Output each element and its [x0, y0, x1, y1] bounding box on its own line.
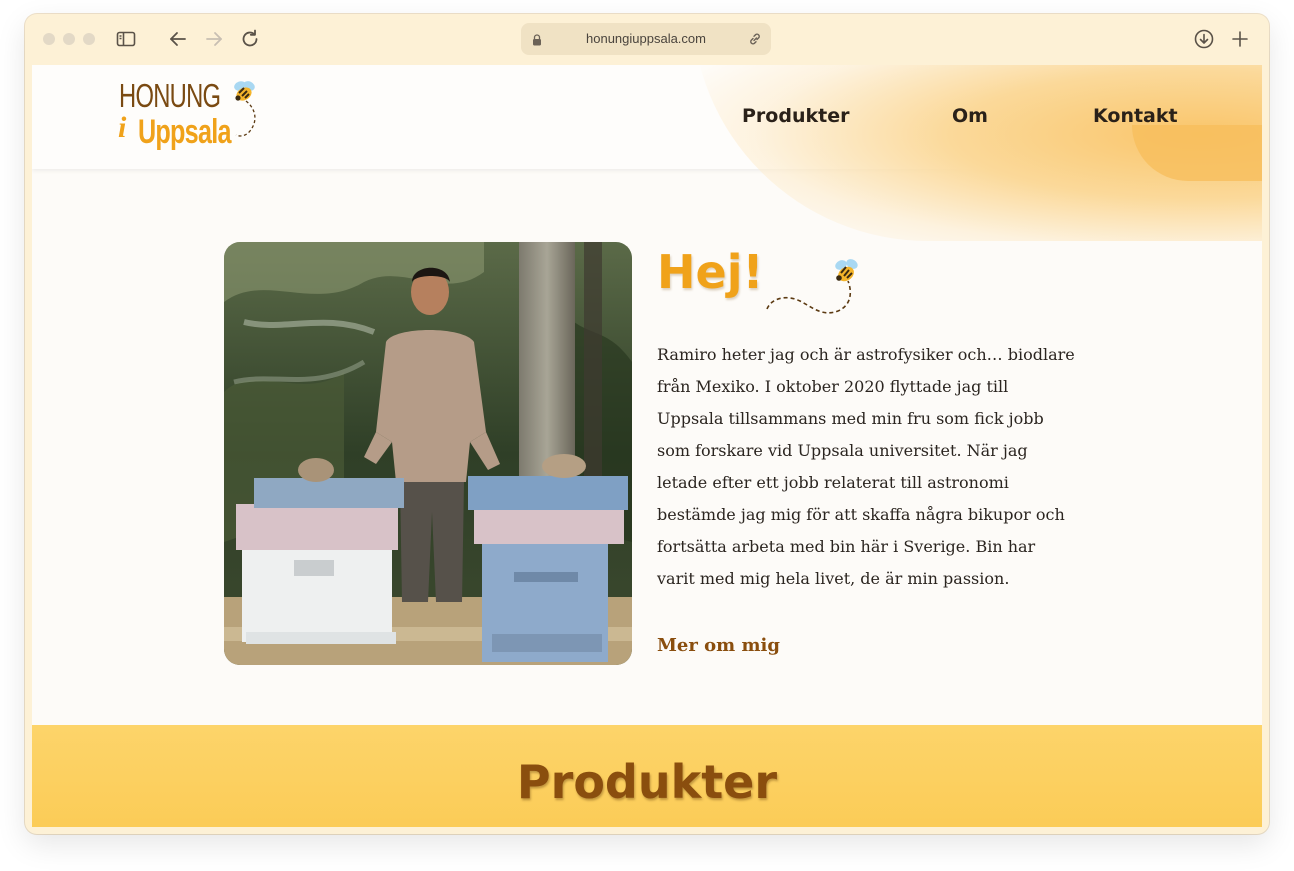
web-page: HONUNG i Uppsala Produkter Om Kontakt He… [32, 65, 1262, 827]
site-logo[interactable]: HONUNG i Uppsala [116, 77, 256, 159]
forward-icon[interactable] [202, 27, 226, 51]
zoom-window-button[interactable] [83, 33, 95, 45]
more-about-me-link[interactable]: Mer om mig [657, 635, 780, 656]
logo-text-top: HONUNG [119, 77, 221, 114]
address-bar[interactable]: honungiuppsala.com [521, 23, 771, 55]
close-window-button[interactable] [43, 33, 55, 45]
products-section: Produkter [32, 725, 1262, 827]
nav-kontakt[interactable]: Kontakt [1093, 105, 1178, 127]
intro-heading: Hej! [657, 245, 764, 299]
bee-icon [234, 81, 256, 137]
intro-text: Ramiro heter jag och är astrofysiker och… [657, 345, 1075, 588]
sidebar-icon[interactable] [114, 27, 138, 51]
back-icon[interactable] [166, 27, 190, 51]
new-tab-icon[interactable] [1228, 27, 1252, 51]
reload-icon[interactable] [238, 27, 262, 51]
logo-text-i: i [118, 111, 127, 144]
bee-icon [766, 259, 858, 314]
nav-produkter[interactable]: Produkter [742, 105, 849, 127]
nav-om[interactable]: Om [952, 105, 988, 127]
browser-toolbar: honungiuppsala.com [25, 14, 1269, 64]
logo-text-bottom: Uppsala [138, 113, 231, 151]
browser-window: honungiuppsala.com HONUNG i Uppsala Prod… [25, 14, 1269, 834]
minimize-window-button[interactable] [63, 33, 75, 45]
beekeeper-photo [224, 242, 632, 665]
url-text: honungiuppsala.com [586, 31, 706, 46]
products-heading: Produkter [516, 755, 778, 809]
link-icon[interactable] [747, 31, 763, 47]
site-header: HONUNG i Uppsala Produkter Om Kontakt [32, 65, 1262, 241]
download-icon[interactable] [1192, 27, 1216, 51]
